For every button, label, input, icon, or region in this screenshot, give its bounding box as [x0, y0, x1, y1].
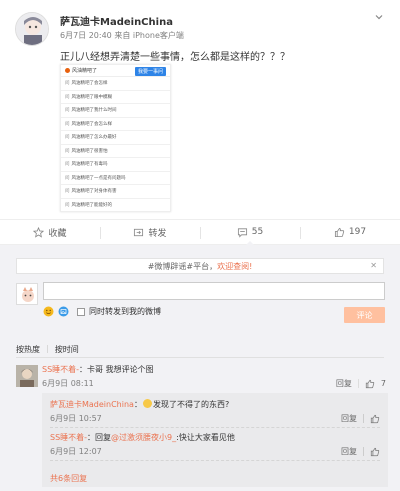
- image-row: 问风油精吧了会怎么样: [61, 118, 170, 131]
- image-row: 问风油精吧了眼中模糊: [61, 91, 170, 104]
- comment-text: ：卡哥 我想评论个图: [79, 365, 154, 374]
- post-time[interactable]: 6月7日 20:40: [60, 31, 112, 40]
- logo-icon: [65, 68, 70, 73]
- close-icon[interactable]: ✕: [370, 261, 377, 270]
- divider: [50, 460, 380, 461]
- reply-text: :快让大家看见他: [176, 433, 235, 442]
- image-row: 问风油精吧了会怎样: [61, 77, 170, 91]
- chevron-down-icon[interactable]: [374, 12, 384, 22]
- reply-author[interactable]: SS睡不着-: [50, 433, 87, 442]
- image-row: 问风油精吧了有毒吗: [61, 158, 170, 172]
- post-action-bar: 收藏 转发 55 197: [0, 219, 400, 246]
- image-row: 问风油精吧了很害怕: [61, 145, 170, 158]
- reply-time: 6月9日 10:57: [50, 414, 102, 423]
- post-text: 正儿八经想弄清楚一些事情，怎么都是这样的？？？: [60, 52, 290, 63]
- sort-separator: |: [46, 344, 49, 353]
- author-avatar[interactable]: [15, 12, 49, 46]
- repost-icon: [134, 228, 144, 236]
- image-row: 问风油精吧了对身体有害: [61, 185, 170, 199]
- image-row: 问风油精吧了一点是有问题吗: [61, 172, 170, 185]
- reply-mention[interactable]: @过激须腰夜小9_: [111, 433, 176, 442]
- post-source-prefix: 来自: [114, 31, 131, 40]
- comment-tools: 同时转发到我的微博: [43, 306, 161, 317]
- comment-icon: [237, 227, 247, 238]
- divider: [50, 427, 380, 428]
- favorite-button[interactable]: 收藏: [0, 220, 100, 244]
- comment-sort: 按热度 | 按时间: [16, 344, 79, 355]
- comment-content: SS睡不着-：卡哥 我想评论个图: [42, 364, 154, 375]
- image-row: 问风油精吧了怎么办最好: [61, 131, 170, 145]
- image-header: 风油精吧了 我要一事问: [61, 65, 170, 77]
- reply-actions: 回复: [341, 413, 380, 424]
- image-header-text: 风油精吧了: [72, 68, 98, 74]
- reply-author[interactable]: 萨瓦迪卡MadeinChina: [50, 400, 134, 409]
- like-button[interactable]: 197: [300, 220, 400, 244]
- reply-content: 萨瓦迪卡MadeinChina： 发现了不得了的东西?: [50, 399, 229, 410]
- repost-checkbox[interactable]: [77, 307, 85, 316]
- divider: [363, 447, 364, 456]
- favorite-label: 收藏: [48, 228, 67, 239]
- reply-reply-button[interactable]: 回复: [341, 446, 357, 457]
- repost-label: 转发: [148, 228, 167, 239]
- weibo-post: 萨瓦迪卡MadeinChina 6月7日 20:40 来自 iPhone客户端 …: [0, 0, 400, 218]
- comment-time: 6月9日 08:11: [42, 379, 94, 388]
- star-icon: [33, 226, 45, 238]
- divider: [357, 379, 359, 388]
- post-image[interactable]: 风油精吧了 我要一事问 问风油精吧了会怎样 问风油精吧了眼中模糊 问风油精吧了我…: [60, 64, 171, 212]
- notice-link[interactable]: 欢迎查阅!: [217, 261, 252, 272]
- divider: [363, 414, 364, 423]
- reply-text: 发现了不得了的东西?: [152, 400, 230, 409]
- thumbs-up-icon: [334, 227, 345, 237]
- sort-by-time[interactable]: 按时间: [55, 344, 79, 355]
- my-avatar[interactable]: [16, 283, 38, 305]
- comment-area: #微博辟谣#平台， 欢迎查阅! ✕ 同时转发到我的微博 评论 按热度 | 按时间: [0, 245, 400, 491]
- post-meta: 6月7日 20:40 来自 iPhone客户端: [60, 30, 184, 41]
- comment-input[interactable]: [43, 282, 385, 300]
- repost-checkbox-label: 同时转发到我的微博: [89, 307, 161, 316]
- post-source[interactable]: iPhone客户端: [133, 31, 184, 40]
- notice-text: #微博辟谣#平台，: [147, 261, 218, 271]
- image-row: 问风油精吧了能能好的: [61, 199, 170, 212]
- repost-button[interactable]: 转发: [100, 220, 200, 244]
- reply-content: SS睡不着-：回复@过激须腰夜小9_:快让大家看见他: [50, 432, 235, 443]
- comment-reply-button[interactable]: 回复: [336, 378, 352, 389]
- like-count: 197: [348, 227, 367, 237]
- thumbs-up-icon[interactable]: [370, 414, 380, 424]
- reply-thread: 萨瓦迪卡MadeinChina： 发现了不得了的东西? 6月9日 10:57 回复…: [42, 393, 388, 487]
- reply-colon: ：: [133, 400, 142, 409]
- divider: [16, 357, 384, 358]
- reply-actions: 回复: [341, 446, 380, 457]
- reply-time: 6月9日 12:07: [50, 447, 102, 456]
- more-replies-link[interactable]: 共6条回复: [50, 473, 87, 484]
- comment-button[interactable]: 55: [200, 220, 300, 246]
- emoji-icon: [142, 399, 152, 408]
- comment-actions: 回复 7: [336, 378, 386, 389]
- comment-author[interactable]: SS睡不着-: [42, 365, 79, 374]
- rumor-notice: #微博辟谣#平台， 欢迎查阅! ✕: [16, 258, 384, 274]
- comment-count: 55: [251, 227, 264, 237]
- submit-comment-button[interactable]: 评论: [344, 307, 385, 323]
- emoji-icon[interactable]: [43, 306, 54, 317]
- image-icon[interactable]: [58, 306, 69, 317]
- reply-reply-button[interactable]: 回复: [341, 413, 357, 424]
- thumbs-up-icon[interactable]: [370, 447, 380, 457]
- image-ask-button: 我要一事问: [134, 67, 166, 76]
- thumbs-up-icon[interactable]: [365, 379, 375, 389]
- image-row: 问风油精吧了我什么时间: [61, 104, 170, 118]
- post-author[interactable]: 萨瓦迪卡MadeinChina: [60, 13, 173, 28]
- commenter-avatar[interactable]: [16, 365, 38, 387]
- reply-text: ：回复: [87, 433, 112, 442]
- sort-by-heat[interactable]: 按热度: [16, 344, 40, 355]
- comment-like-count: 7: [380, 379, 386, 388]
